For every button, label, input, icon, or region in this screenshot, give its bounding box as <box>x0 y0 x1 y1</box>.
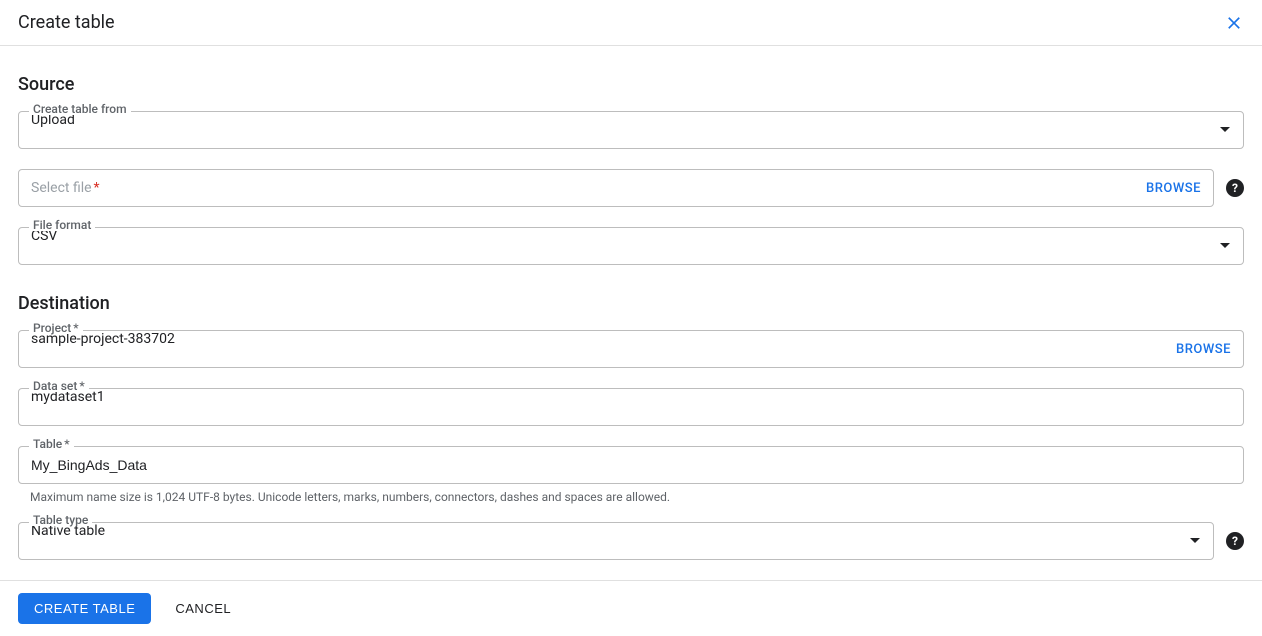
table-type-select[interactable]: Table type Native table <box>18 522 1214 560</box>
project-field[interactable]: Project* sample-project-383702 BROWSE <box>18 330 1244 368</box>
table-input[interactable] <box>31 447 1231 483</box>
dialog-title: Create table <box>18 12 115 33</box>
create-table-button[interactable]: CREATE TABLE <box>18 593 151 624</box>
dataset-value: mydataset1 <box>31 389 1231 425</box>
section-destination-heading: Destination <box>18 293 1244 314</box>
project-label: Project* <box>29 322 83 334</box>
file-format-select[interactable]: File format CSV <box>18 227 1244 265</box>
table-type-label: Table type <box>29 514 92 526</box>
create-table-from-value: Upload <box>31 112 1211 148</box>
dialog-header: Create table <box>0 0 1262 46</box>
create-table-from-select[interactable]: Create table from Upload <box>18 111 1244 149</box>
help-icon[interactable]: ? <box>1226 179 1244 197</box>
create-table-from-label: Create table from <box>29 103 131 115</box>
close-icon[interactable] <box>1224 13 1244 33</box>
file-format-label: File format <box>29 219 95 231</box>
dialog-content: Source Create table from Upload Select f… <box>0 74 1262 598</box>
table-hint: Maximum name size is 1,024 UTF-8 bytes. … <box>30 490 1244 504</box>
dropdown-caret-icon <box>1219 243 1231 249</box>
project-value: sample-project-383702 <box>31 331 1164 367</box>
browse-file-button[interactable]: BROWSE <box>1146 181 1201 196</box>
section-source-heading: Source <box>18 74 1244 95</box>
help-icon[interactable]: ? <box>1226 532 1244 550</box>
browse-project-button[interactable]: BROWSE <box>1176 342 1231 357</box>
dataset-label: Data set* <box>29 380 89 392</box>
dropdown-caret-icon <box>1189 538 1201 544</box>
file-format-value: CSV <box>31 228 1211 264</box>
cancel-button[interactable]: CANCEL <box>175 601 231 616</box>
dialog-footer: CREATE TABLE CANCEL <box>0 580 1262 636</box>
select-file-input[interactable]: Select file* BROWSE <box>18 169 1214 207</box>
table-label: Table* <box>29 438 74 450</box>
table-field[interactable]: Table* <box>18 446 1244 484</box>
dataset-field[interactable]: Data set* mydataset1 <box>18 388 1244 426</box>
dropdown-caret-icon <box>1219 127 1231 133</box>
table-type-value: Native table <box>31 523 1181 559</box>
select-file-placeholder: Select file* <box>31 180 1134 196</box>
